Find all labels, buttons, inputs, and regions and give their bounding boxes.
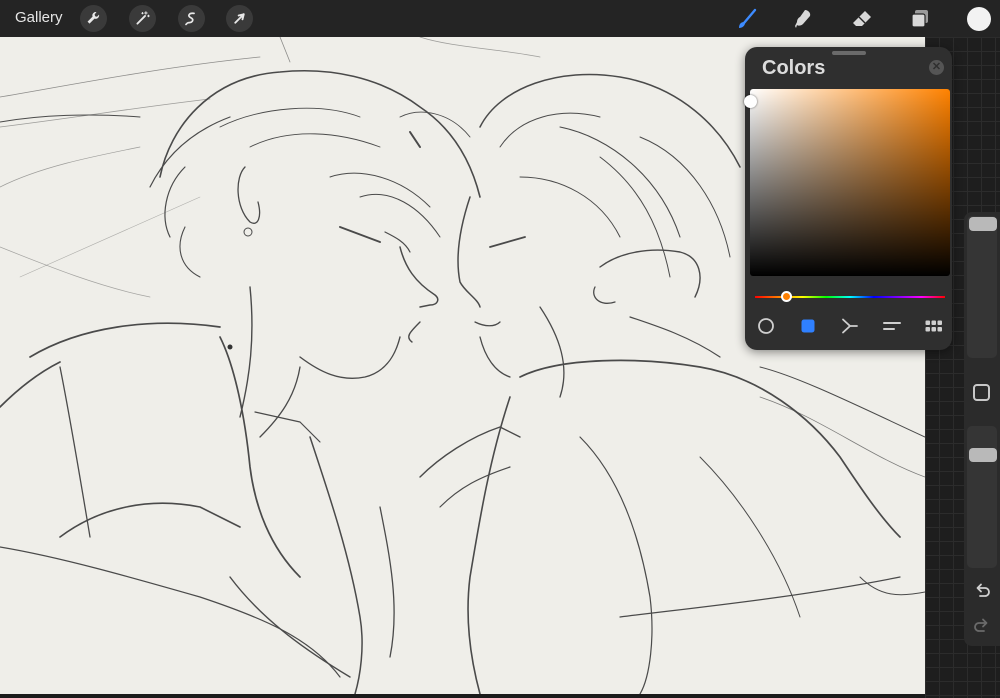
harmony-icon[interactable]	[838, 316, 862, 336]
brush-size-thumb[interactable]	[969, 217, 997, 231]
redo-icon[interactable]	[972, 615, 992, 635]
brush-icon[interactable]	[733, 5, 761, 33]
saturation-brightness-picker[interactable]	[744, 89, 950, 276]
opacity-thumb[interactable]	[969, 448, 997, 462]
selection-icon[interactable]	[178, 5, 205, 32]
bottom-strip	[0, 694, 925, 698]
close-icon[interactable]: ✕	[929, 60, 944, 75]
colors-panel: Colors ✕	[744, 47, 952, 350]
gallery-button[interactable]: Gallery	[15, 9, 63, 26]
eraser-icon[interactable]	[848, 5, 876, 33]
classic-icon[interactable]	[796, 316, 820, 336]
value-icon[interactable]	[880, 316, 904, 336]
magic-wand-icon[interactable]	[129, 5, 156, 32]
brush-size-slider[interactable]	[967, 216, 997, 358]
transform-arrow-icon[interactable]	[226, 5, 253, 32]
hue-slider[interactable]	[755, 291, 945, 302]
panel-title: Colors	[762, 57, 826, 79]
wrench-icon[interactable]	[80, 5, 107, 32]
panel-grabber[interactable]	[832, 51, 866, 55]
hue-thumb[interactable]	[781, 291, 792, 302]
current-color-swatch[interactable]	[967, 7, 991, 31]
palettes-icon[interactable]	[922, 316, 946, 336]
undo-icon[interactable]	[972, 580, 992, 600]
smudge-icon[interactable]	[790, 5, 818, 33]
modify-icon[interactable]	[973, 384, 990, 401]
disc-icon[interactable]	[754, 316, 778, 336]
top-toolbar: Gallery	[0, 0, 1000, 37]
layers-icon[interactable]	[906, 5, 934, 33]
color-picker-handle[interactable]	[744, 95, 757, 108]
